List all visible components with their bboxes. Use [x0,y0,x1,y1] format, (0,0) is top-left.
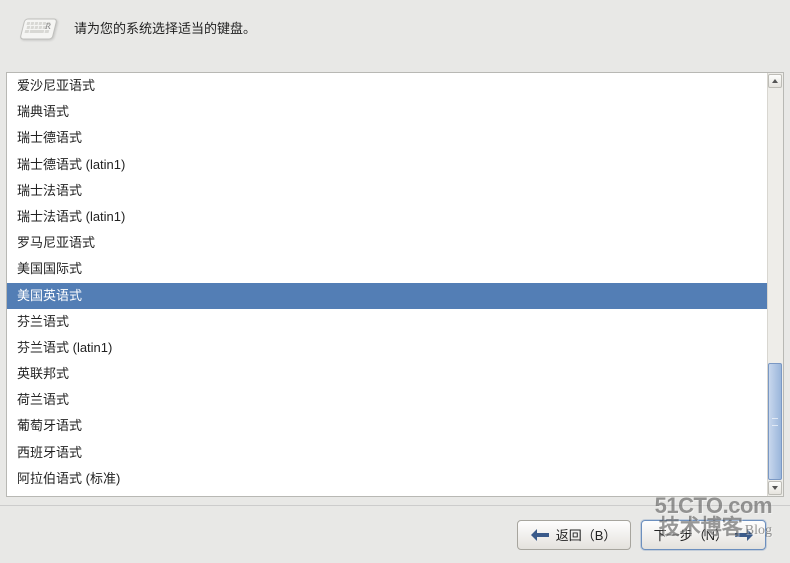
list-item[interactable]: 荷兰语式 [7,387,767,413]
keyboard-list-items[interactable]: 爱沙尼亚语式瑞典语式瑞士德语式瑞士德语式 (latin1)瑞士法语式瑞士法语式 … [7,73,767,496]
list-item[interactable]: 芬兰语式 [7,309,767,335]
list-item[interactable]: 瑞士德语式 [7,125,767,151]
header: R 请为您的系统选择适当的键盘。 [0,0,790,56]
list-item[interactable]: 芬兰语式 (latin1) [7,335,767,361]
next-button[interactable]: 下一步（N） [641,520,766,550]
list-item[interactable]: 马其顿语式 [7,492,767,496]
list-item[interactable]: 瑞士德语式 (latin1) [7,152,767,178]
list-item[interactable]: 西班牙语式 [7,440,767,466]
back-button-label: 返回（B） [556,525,617,544]
list-item[interactable]: 阿拉伯语式 (标准) [7,466,767,492]
list-item[interactable]: 瑞典语式 [7,99,767,125]
list-item[interactable]: 罗马尼亚语式 [7,230,767,256]
footer: 返回（B） 下一步（N） [0,505,790,563]
list-item[interactable]: 葡萄牙语式 [7,413,767,439]
next-button-label: 下一步（N） [654,525,728,544]
arrow-left-icon [531,529,549,541]
list-item[interactable]: 瑞士法语式 [7,178,767,204]
scrollbar[interactable] [767,73,783,496]
list-item[interactable]: 英联邦式 [7,361,767,387]
keyboard-icon: R [18,14,60,46]
back-button[interactable]: 返回（B） [517,520,631,550]
instruction-text: 请为您的系统选择适当的键盘。 [74,14,256,37]
list-item[interactable]: 瑞士法语式 (latin1) [7,204,767,230]
arrow-right-icon [735,529,753,541]
scroll-up-button[interactable] [768,74,782,88]
list-item[interactable]: 美国英语式 [7,283,767,309]
list-item[interactable]: 美国国际式 [7,256,767,282]
scroll-thumb[interactable] [768,363,782,480]
keyboard-list: 爱沙尼亚语式瑞典语式瑞士德语式瑞士德语式 (latin1)瑞士法语式瑞士法语式 … [6,72,784,497]
list-item[interactable]: 爱沙尼亚语式 [7,75,767,99]
scroll-down-button[interactable] [768,481,782,495]
